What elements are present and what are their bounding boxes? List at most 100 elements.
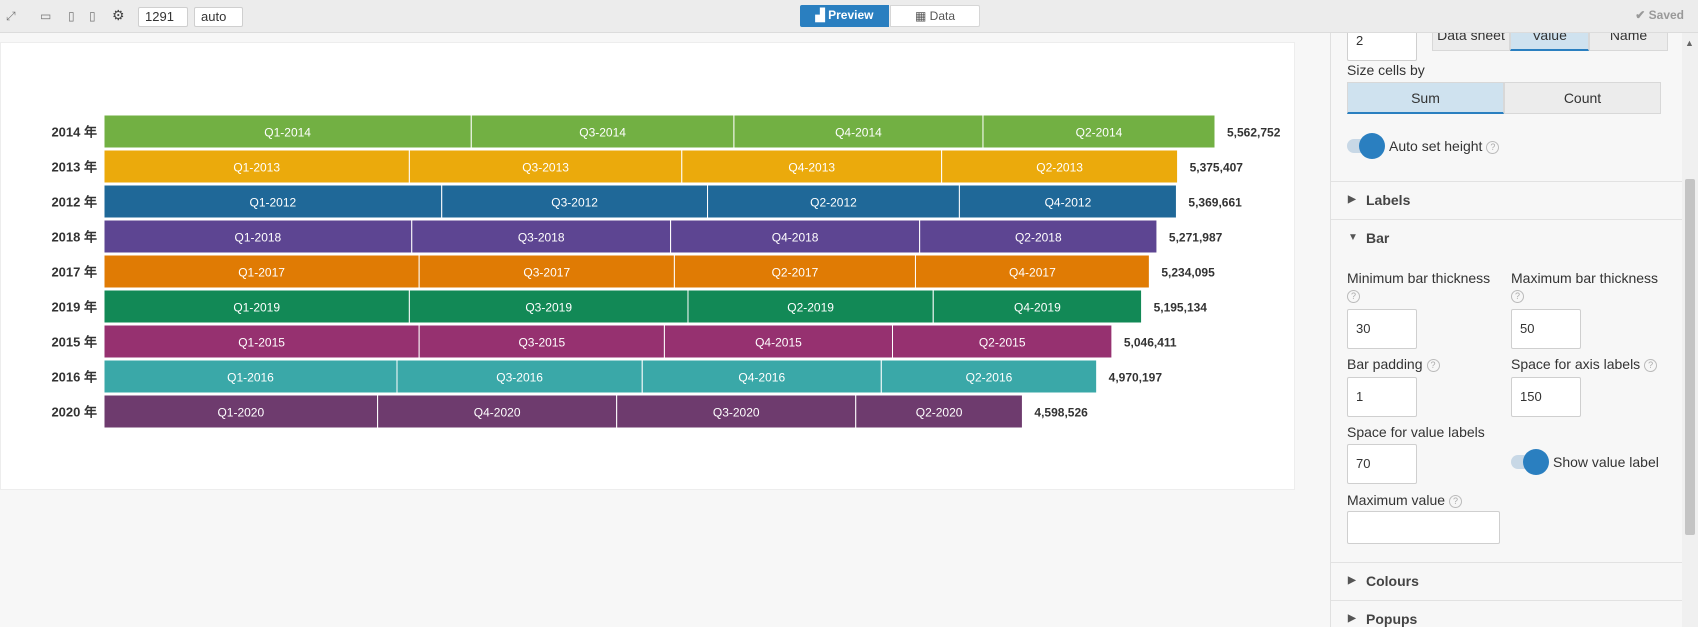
value-label: 5,562,752 — [1227, 126, 1281, 140]
bar-segment-label: Q1-2013 — [233, 161, 280, 175]
axis-label: 2015 年 — [51, 335, 97, 350]
bar-segment-label: Q1-2012 — [250, 196, 297, 210]
help-icon[interactable]: ? — [1644, 359, 1658, 372]
axis-label: 2013 年 — [51, 160, 97, 175]
toggle-knob — [1359, 133, 1385, 159]
bar-segment-label: Q4-2015 — [755, 336, 802, 350]
help-icon[interactable]: ? — [1511, 290, 1524, 303]
bar-segment-label: Q1-2020 — [217, 406, 264, 420]
top-toolbar: ⤢ ▭ ▯ ▯ ⚙ 1291 auto ▟ Preview ▦ Data ✔ S… — [0, 0, 1698, 33]
saved-status: ✔ Saved — [1635, 8, 1684, 22]
bar-segment-label: Q2-2015 — [979, 336, 1026, 350]
space-axis-labels-input[interactable]: 150 — [1511, 377, 1581, 417]
colours-section-header[interactable]: ▶ Colours — [1331, 562, 1698, 600]
maximum-value-input[interactable] — [1347, 511, 1500, 544]
auto-set-height-label: Auto set height? — [1389, 137, 1500, 155]
auto-set-height-text: Auto set height — [1389, 138, 1483, 154]
bar-segment-label: Q1-2016 — [227, 371, 274, 385]
bar-segment-label: Q4-2019 — [1014, 301, 1061, 315]
value-label: 5,234,095 — [1161, 266, 1215, 280]
space-value-labels-label: Space for value labels — [1347, 424, 1485, 440]
bar-section-header[interactable]: ▼ Bar — [1331, 219, 1698, 257]
value-label: 5,369,661 — [1188, 196, 1242, 210]
space-axis-labels-label: Space for axis labels? — [1511, 355, 1658, 373]
axis-label: 2020 年 — [51, 405, 97, 420]
preview-tab[interactable]: ▟ Preview — [800, 5, 889, 27]
tab-name[interactable]: Name — [1589, 33, 1668, 51]
tablet-icon[interactable]: ▯ — [68, 9, 75, 23]
bar-segment-label: Q1-2019 — [233, 301, 280, 315]
saved-label: Saved — [1648, 8, 1684, 22]
bar-segment-label: Q4-2014 — [835, 126, 882, 140]
help-icon[interactable]: ? — [1426, 359, 1440, 372]
help-icon[interactable]: ? — [1486, 141, 1500, 154]
bar-segment-label: Q2-2014 — [1076, 126, 1123, 140]
width-input[interactable]: 1291 — [138, 7, 188, 27]
gear-icon[interactable]: ⚙ — [112, 8, 125, 22]
height-input[interactable]: auto — [194, 7, 243, 27]
bar-segment-label: Q2-2018 — [1015, 231, 1062, 245]
bar-segment-label: Q3-2019 — [525, 301, 572, 315]
auto-set-height-toggle[interactable] — [1347, 133, 1385, 159]
bar-segment-label: Q1-2018 — [235, 231, 282, 245]
preview-label: Preview — [828, 8, 874, 22]
maximum-value-label: Maximum value? — [1347, 491, 1463, 509]
count-button[interactable]: Count — [1504, 82, 1661, 114]
bar-segment-label: Q2-2020 — [916, 406, 963, 420]
labels-section-header[interactable]: ▶ Labels — [1331, 181, 1698, 219]
data-label: Data — [929, 9, 956, 23]
value-label: 5,046,411 — [1124, 336, 1177, 350]
help-icon[interactable]: ? — [1449, 495, 1463, 508]
bar-segment-label: Q3-2012 — [551, 196, 598, 210]
desktop-icon[interactable]: ▭ — [40, 9, 51, 23]
axis-label: 2017 年 — [51, 265, 97, 280]
show-value-label-label: Show value label — [1553, 454, 1659, 470]
bar-segment-label: Q3-2017 — [523, 266, 570, 280]
show-value-label-toggle[interactable] — [1511, 449, 1549, 475]
caret-right-icon: ▶ — [1348, 194, 1356, 205]
axis-label: 2014 年 — [51, 125, 97, 140]
sum-button[interactable]: Sum — [1347, 82, 1504, 114]
axis-label: 2016 年 — [51, 370, 97, 385]
popups-section-header[interactable]: ▶ Popups — [1331, 600, 1698, 627]
tab-value[interactable]: Value — [1510, 33, 1589, 51]
axis-label: 2019 年 — [51, 300, 97, 315]
bar-segment-label: Q3-2013 — [522, 161, 569, 175]
table-icon: ▦ — [914, 9, 927, 23]
bar-segment-label: Q3-2020 — [713, 406, 760, 420]
axis-label: 2018 年 — [51, 230, 97, 245]
bar-segment-label: Q1-2015 — [238, 336, 285, 350]
value-label: 5,271,987 — [1169, 231, 1223, 245]
bar-segment-label: Q1-2014 — [264, 126, 311, 140]
min-bar-thickness-label: Minimum bar thickness — [1347, 270, 1491, 286]
bar-padding-text: Bar padding — [1347, 356, 1423, 372]
scroll-up-icon[interactable]: ▲ — [1685, 38, 1694, 48]
value-label: 5,195,134 — [1154, 301, 1208, 315]
space-value-labels-input[interactable]: 70 — [1347, 444, 1417, 484]
data-tab[interactable]: ▦ Data — [890, 5, 980, 27]
max-bar-thickness-label: Maximum bar thickness — [1511, 270, 1659, 286]
settings-panel: 2 Data sheet Value Name Size cells by Su… — [1330, 33, 1698, 627]
chart-icon: ▟ — [815, 8, 825, 22]
tab-data-sheet[interactable]: Data sheet — [1432, 33, 1510, 51]
space-axis-labels-text: Space for axis labels — [1511, 356, 1641, 372]
panel-scrollbar[interactable]: ▲ — [1682, 33, 1698, 627]
scrollbar-thumb[interactable] — [1685, 179, 1695, 535]
min-bar-thickness-input[interactable]: 30 — [1347, 309, 1417, 349]
value-label: 4,970,197 — [1109, 371, 1163, 385]
help-icon[interactable]: ? — [1347, 290, 1360, 303]
max-bar-thickness-input[interactable]: 50 — [1511, 309, 1581, 349]
mobile-icon[interactable]: ▯ — [89, 9, 96, 23]
bar-segment-label: Q3-2015 — [518, 336, 565, 350]
bar-segment-label: Q3-2016 — [496, 371, 543, 385]
bar-segment-label: Q4-2016 — [738, 371, 785, 385]
bar-segment-label: Q3-2014 — [579, 126, 626, 140]
expand-icon[interactable]: ⤢ — [6, 9, 16, 23]
bar-segment-label: Q2-2012 — [810, 196, 857, 210]
bar-segment-label: Q4-2013 — [788, 161, 835, 175]
bar-segment-label: Q2-2019 — [787, 301, 834, 315]
check-icon: ✔ — [1635, 8, 1646, 22]
bar-padding-input[interactable]: 1 — [1347, 377, 1417, 417]
top-number-input[interactable]: 2 — [1347, 33, 1417, 61]
bar-segment-label: Q2-2017 — [772, 266, 819, 280]
